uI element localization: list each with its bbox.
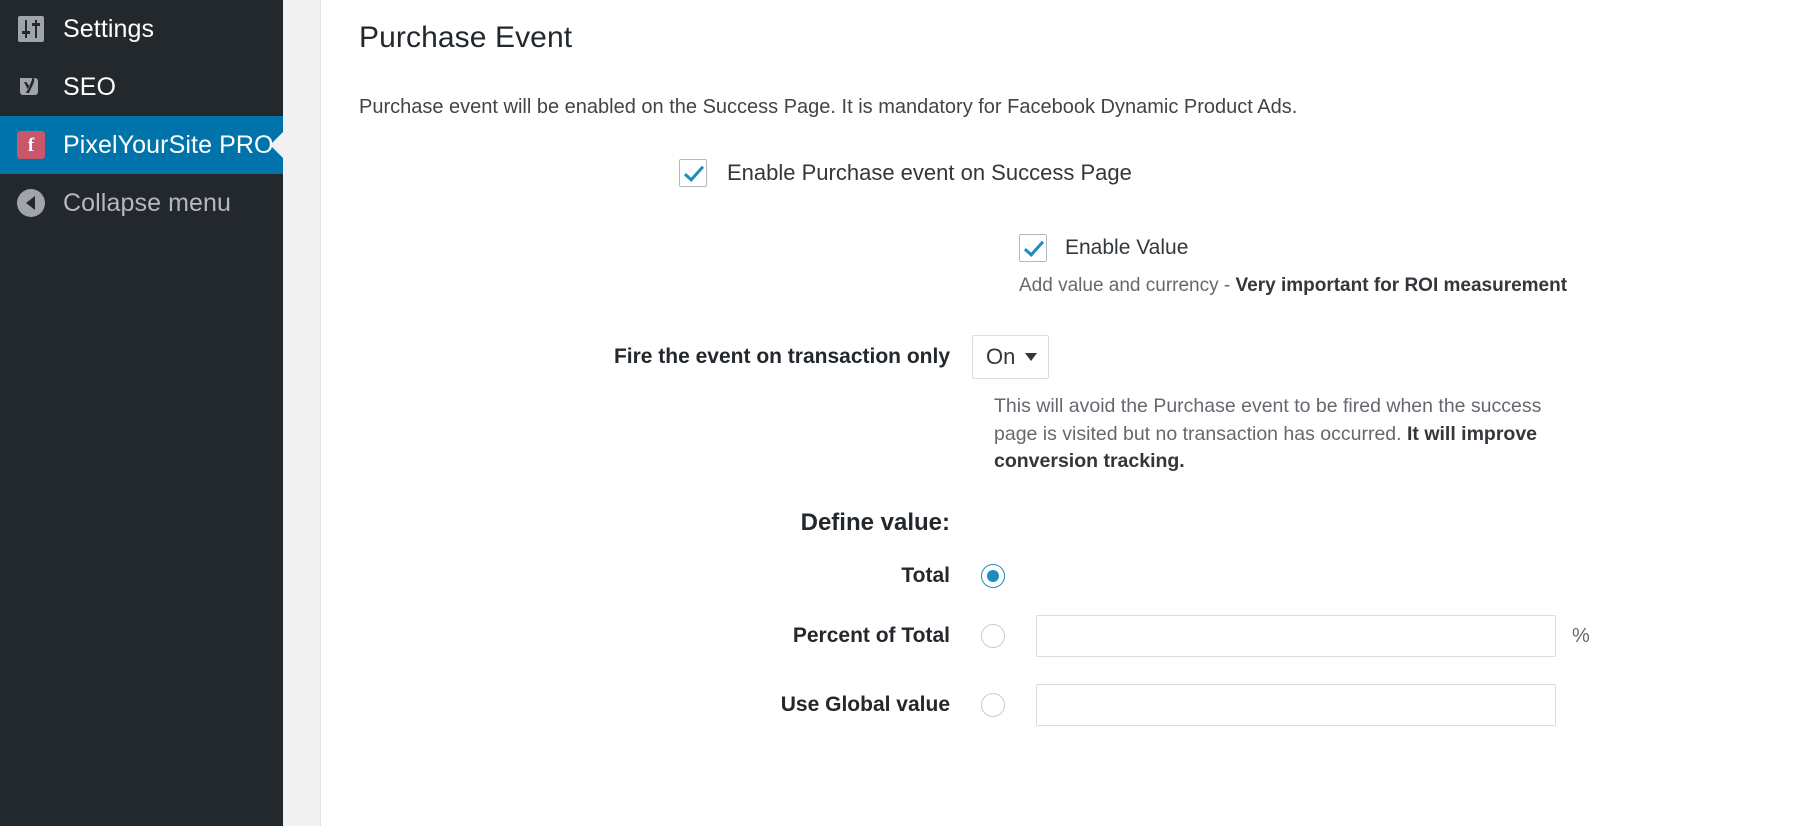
define-value-radio-use-global-value[interactable] — [981, 693, 1005, 718]
purchase-event-form: Enable Purchase event on Success Page En… — [359, 159, 1798, 727]
define-value-option-label: Total — [901, 564, 950, 588]
define-value-option-label: Use Global value — [780, 693, 950, 717]
radio-wrapper — [972, 564, 1036, 589]
enable-value-helper: Add value and currency - Very important … — [1019, 273, 1619, 300]
collapse-arrow-icon — [13, 185, 49, 221]
radio-wrapper — [972, 624, 1036, 649]
admin-screen: Settings SEO f PixelYourSite PRO Collaps… — [0, 0, 1798, 826]
yoast-seo-icon — [13, 69, 49, 105]
transaction-helper: This will avoid the Purchase event to be… — [994, 393, 1559, 476]
percent-of-total-input[interactable] — [1036, 615, 1556, 658]
main-content: Purchase Event Purchase event will be en… — [320, 0, 1798, 826]
define-value-radio-total[interactable] — [981, 564, 1005, 589]
enable-value-checkbox[interactable] — [1019, 234, 1047, 262]
enable-value-label: Enable Value — [1065, 236, 1189, 259]
define-value-option-row: Total — [359, 564, 1798, 589]
sidebar-item-label: Collapse menu — [63, 188, 232, 217]
page-title: Purchase Event — [359, 21, 573, 54]
enable-purchase-label: Enable Purchase event on Success Page — [727, 160, 1132, 185]
admin-sidebar: Settings SEO f PixelYourSite PRO Collaps… — [0, 0, 283, 826]
sidebar-item-collapse-menu[interactable]: Collapse menu — [0, 174, 283, 232]
enable-purchase-row: Enable Purchase event on Success Page — [359, 159, 1798, 187]
chevron-down-icon — [1025, 352, 1038, 361]
page-description: Purchase event will be enabled on the Su… — [359, 96, 1298, 118]
sidebar-item-label: SEO — [63, 72, 117, 101]
sidebar-item-label: PixelYourSite PRO — [63, 130, 274, 159]
sidebar-item-seo[interactable]: SEO — [0, 58, 283, 116]
enable-value-row: Enable Value — [1019, 234, 1798, 262]
enable-purchase-checkbox[interactable] — [679, 159, 707, 187]
facebook-pixel-icon: f — [13, 127, 49, 163]
transaction-select[interactable]: On — [972, 334, 1050, 379]
transaction-row: Fire the event on transaction only On — [359, 334, 1798, 379]
sidebar-content-gutter — [283, 0, 320, 826]
define-value-heading-row: Define value: — [359, 509, 1798, 537]
enable-value-helper-normal: Add value and currency - — [1019, 275, 1236, 296]
radio-wrapper — [972, 693, 1036, 718]
sidebar-item-label: Settings — [63, 14, 155, 43]
enable-value-helper-bold: Very important for ROI measurement — [1235, 275, 1568, 296]
define-value-heading: Define value: — [800, 509, 950, 537]
define-value-option-label: Percent of Total — [792, 624, 950, 648]
transaction-select-value: On — [986, 343, 1016, 369]
transaction-label: Fire the event on transaction only — [613, 344, 950, 368]
facebook-f-glyph: f — [17, 131, 45, 159]
use-global-value-input[interactable] — [1036, 684, 1556, 727]
sidebar-item-settings[interactable]: Settings — [0, 0, 283, 58]
active-item-notch — [270, 131, 283, 159]
define-value-radio-percent-of-total[interactable] — [981, 624, 1005, 649]
percent-suffix: % — [1572, 624, 1590, 647]
sidebar-item-pixelyoursite-pro[interactable]: f PixelYourSite PRO — [0, 116, 283, 174]
define-value-option-row: Use Global value — [359, 684, 1798, 727]
purchase-settings-group: Enable Value Add value and currency - Ve… — [1019, 234, 1798, 300]
define-value-option-row: Percent of Total % — [359, 615, 1798, 658]
sliders-icon — [13, 11, 49, 47]
